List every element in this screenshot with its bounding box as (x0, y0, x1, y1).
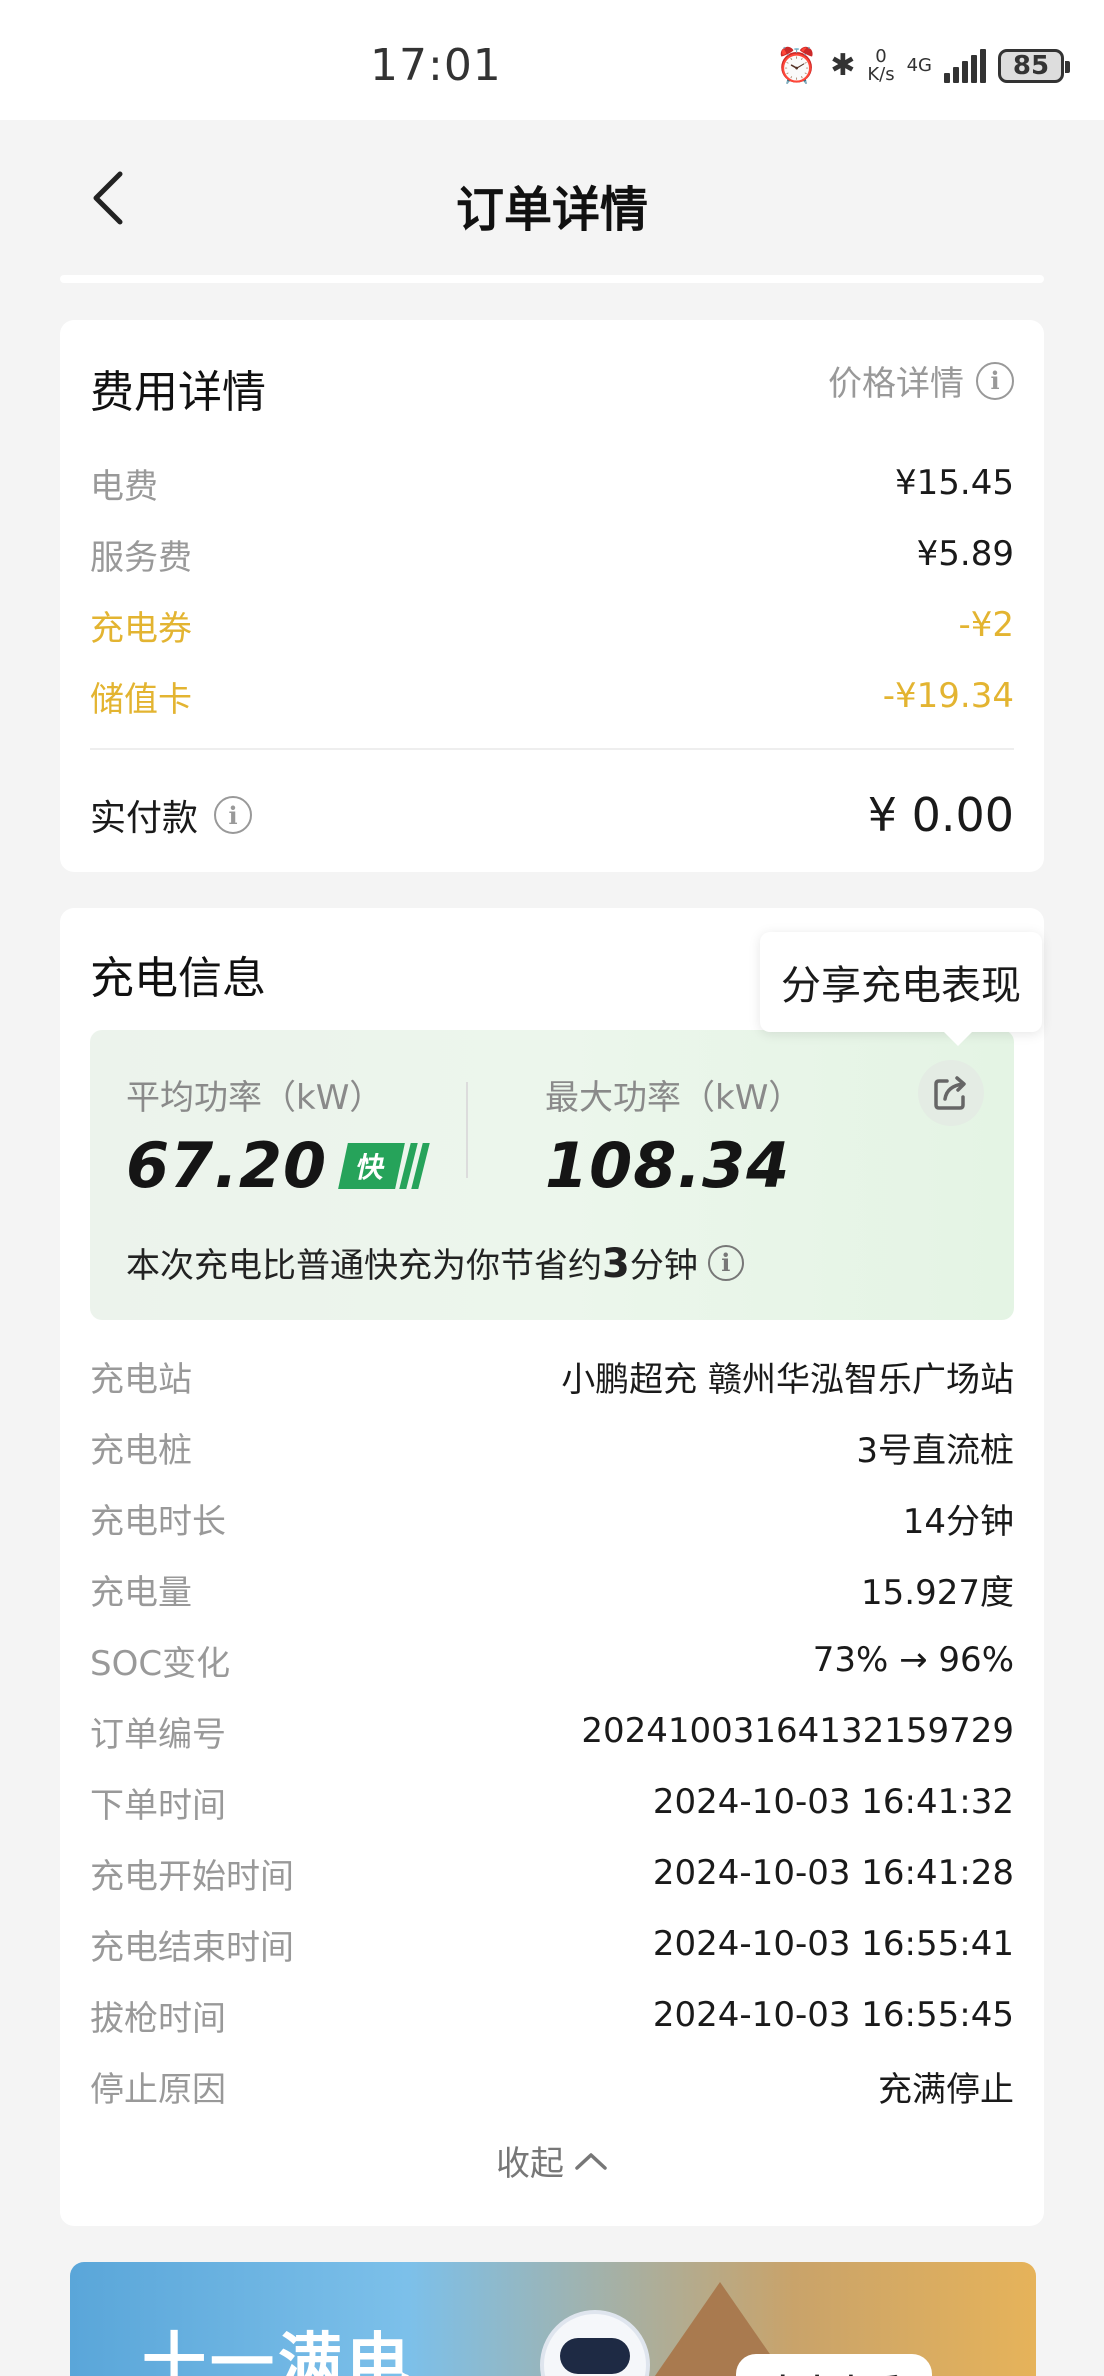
price-detail-link[interactable]: 价格详情 i (828, 356, 1014, 405)
fee-row-label: 服务费 (90, 537, 192, 578)
info-row-value: 15.927度 (861, 1572, 1014, 1613)
info-row-value: 73% → 96% (812, 1640, 1014, 1680)
status-time: 17:01 (370, 40, 502, 91)
info-row-label: 订单编号 (90, 1714, 226, 1755)
saving-note: 本次充电比普通快充为你节省约3分钟 i (126, 1238, 744, 1287)
info-row-label: 充电开始时间 (90, 1856, 294, 1897)
info-row-value: 3号直流桩 (856, 1430, 1014, 1471)
info-row-soc: SOC变化 73% → 96% (90, 1635, 1014, 1685)
info-row-label: 充电时长 (90, 1501, 226, 1542)
charge-title: 充电信息 (90, 953, 266, 1004)
info-row-start-time: 充电开始时间 2024-10-03 16:41:28 (90, 1848, 1014, 1898)
info-row-label: 充电结束时间 (90, 1927, 294, 1968)
status-bar: 17:01 ⏰ ✱ 0 K/s 4G 85 (0, 0, 1104, 120)
nav-divider (60, 275, 1044, 283)
info-row-value: 20241003164132159729 (581, 1711, 1014, 1751)
info-row-value: 2024-10-03 16:55:41 (652, 1924, 1014, 1964)
saving-prefix: 本次充电比普通快充为你节省约 (126, 1246, 602, 1286)
alarm-icon: ⏰ (775, 46, 819, 86)
status-icons: ⏰ ✱ 0 K/s 4G 85 (775, 44, 1070, 88)
fee-row-electricity: 电费 ¥15.45 (90, 458, 1014, 508)
collapse-button[interactable]: 收起 (60, 2136, 1044, 2185)
fee-row-value: ¥15.45 (895, 463, 1014, 503)
info-row-value: 2024-10-03 16:41:32 (652, 1782, 1014, 1822)
paid-row: 实付款 i ¥ 0.00 (90, 780, 1014, 850)
fast-badge-label: 快 (338, 1142, 406, 1189)
info-row-duration: 充电时长 14分钟 (90, 1493, 1014, 1543)
share-tooltip[interactable]: 分享充电表现 (760, 932, 1042, 1046)
chevron-up-icon (575, 2152, 607, 2170)
fee-row-service: 服务费 ¥5.89 (90, 529, 1014, 579)
fee-row-value: -¥2 (958, 605, 1014, 645)
info-row-label: 充电量 (90, 1572, 192, 1613)
fast-charge-badge: 快 (338, 1142, 430, 1189)
max-power-value: 108.34 (545, 1129, 791, 1202)
power-panel: 平均功率（kW） 67.20 快 最大功率（kW） 108.34 本次充电比普通… (90, 1030, 1014, 1320)
info-icon[interactable]: i (707, 1244, 744, 1281)
info-row-label: 停止原因 (90, 2069, 226, 2110)
nav-bar: 订单详情 (0, 120, 1104, 283)
info-row-energy: 充电量 15.927度 (90, 1564, 1014, 1614)
info-row-value: 充满停止 (878, 2069, 1014, 2110)
fee-row-stored-card: 储值卡 -¥19.34 (90, 671, 1014, 721)
fee-row-value: -¥19.34 (882, 676, 1014, 716)
signal-icon (944, 49, 986, 83)
fee-row-label: 充电券 (90, 608, 192, 649)
info-row-unplug-time: 拔枪时间 2024-10-03 16:55:45 (90, 1990, 1014, 2040)
info-row-pile: 充电桩 3号直流桩 (90, 1422, 1014, 1472)
price-detail-label: 价格详情 (828, 364, 964, 404)
charge-card: 充电信息 平均功率（kW） 67.20 快 最大功率（kW） 108.34 本次… (60, 908, 1044, 2226)
banner-view-button[interactable]: 点击查看 (736, 2354, 932, 2376)
fee-title: 费用详情 (90, 367, 266, 418)
saving-minutes: 3 (602, 1241, 630, 1287)
battery-level: 85 (1012, 51, 1050, 81)
share-icon (934, 1076, 966, 1110)
info-row-value: 2024-10-03 16:41:28 (652, 1853, 1014, 1893)
fee-row-value: ¥5.89 (916, 534, 1014, 574)
paid-value: ¥ 0.00 (867, 788, 1014, 842)
fee-divider (90, 748, 1014, 750)
avg-power: 平均功率（kW） 67.20 快 (126, 1070, 430, 1202)
info-icon: i (976, 361, 1014, 400)
info-row-value: 小鹏超充 赣州华泓智乐广场站 (561, 1359, 1014, 1400)
info-row-station: 充电站 小鹏超充 赣州华泓智乐广场站 (90, 1351, 1014, 1401)
share-button[interactable] (918, 1060, 984, 1126)
fee-row-label: 电费 (90, 466, 158, 507)
net-speed-unit: K/s (867, 64, 895, 85)
info-row-label: 充电站 (90, 1359, 192, 1400)
info-row-label: 下单时间 (90, 1785, 226, 1826)
max-power: 最大功率（kW） 108.34 (545, 1070, 802, 1202)
info-row-order-no: 订单编号 20241003164132159729 (90, 1706, 1014, 1756)
collapse-label: 收起 (496, 2144, 564, 2184)
info-row-end-time: 充电结束时间 2024-10-03 16:55:41 (90, 1919, 1014, 1969)
fee-card: 费用详情 价格详情 i 电费 ¥15.45 服务费 ¥5.89 充电券 -¥2 … (60, 320, 1044, 872)
max-power-label: 最大功率（kW） (545, 1078, 803, 1118)
page-title: 订单详情 (455, 182, 648, 238)
banner-text: 十一满电 (142, 2327, 414, 2376)
promo-banner[interactable]: 十一满电 点击查看 (70, 2262, 1036, 2376)
info-row-label: SOC变化 (90, 1643, 231, 1684)
info-icon[interactable]: i (214, 796, 253, 834)
fee-row-coupon: 充电券 -¥2 (90, 600, 1014, 650)
net-speed: 0 K/s (867, 48, 894, 84)
avg-power-value: 67.20 (126, 1129, 328, 1202)
info-row-stop-reason: 停止原因 充满停止 (90, 2061, 1014, 2111)
bluetooth-icon: ✱ (830, 48, 856, 83)
power-separator (466, 1082, 468, 1178)
paid-label: 实付款 (90, 798, 199, 839)
avg-power-label: 平均功率（kW） (126, 1078, 384, 1118)
network-type: 4G (906, 55, 932, 76)
battery-icon: 85 (998, 49, 1070, 83)
info-row-label: 拔枪时间 (90, 1998, 226, 2039)
info-row-order-time: 下单时间 2024-10-03 16:41:32 (90, 1777, 1014, 1827)
info-row-value: 14分钟 (902, 1501, 1014, 1542)
saving-suffix: 分钟 (629, 1246, 698, 1286)
info-row-label: 充电桩 (90, 1430, 192, 1471)
fee-row-label: 储值卡 (90, 679, 192, 720)
info-row-value: 2024-10-03 16:55:45 (652, 1995, 1014, 2035)
